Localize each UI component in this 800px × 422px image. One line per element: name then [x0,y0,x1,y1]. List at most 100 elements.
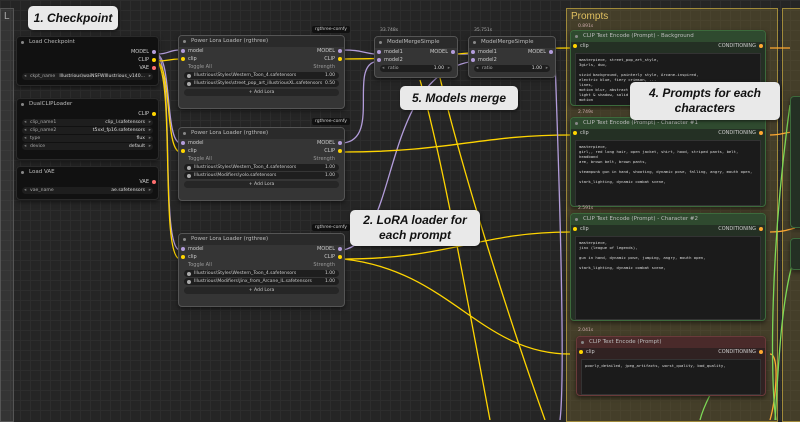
model-socket-icon[interactable] [377,58,381,62]
prompt-textarea[interactable]: masterpiece, girl,, red long hair, open … [575,140,761,206]
dual-clip-loader-node[interactable]: DualCLIPLoader CLIP clip_name1clip_l.saf… [16,98,159,160]
power-lora-loader-2-node[interactable]: Power Lora Loader (rgthree) model MODEL c… [178,127,345,201]
add-lora-button[interactable]: + Add Lora [184,181,339,188]
io-model[interactable]: model MODEL [179,245,344,253]
clip-name1-widget[interactable]: clip_name1clip_l.safetensors [22,119,153,126]
toggle-icon[interactable] [187,73,191,78]
model-socket-icon[interactable] [377,50,381,54]
output-clip[interactable]: CLIP [17,110,158,118]
power-lora-loader-3-node[interactable]: Power Lora Loader (rgthree) model MODEL c… [178,233,345,307]
device-widget[interactable]: devicedefault [22,143,153,150]
model-merge-simple-1-node[interactable]: ModelMergeSimple model1MODEL model2 rati… [374,36,458,78]
io-row[interactable]: clip CONDITIONING [571,225,765,233]
output-model[interactable]: MODEL [17,48,158,56]
lora-row[interactable]: Illustrious\Styles\street_pop_art_illust… [184,80,339,87]
lora-row[interactable]: Illustrious\Styles\Western_Toon_4.safete… [184,72,339,79]
model-socket-icon[interactable] [181,141,185,145]
node-title[interactable]: ModelMergeSimple [469,37,555,48]
node-title[interactable]: Load VAE [17,167,158,178]
conditioning-socket-icon[interactable] [759,227,763,231]
io-model2[interactable]: model2 [375,56,457,64]
lora-row[interactable]: Illustrious\Modifiers\Jinx_from_Arcane_I… [184,278,339,285]
vae-name-widget[interactable]: vae_nameae.safetensors [22,187,153,194]
io-model1[interactable]: model1 MODEL [375,48,457,56]
node-title[interactable]: ModelMergeSimple [375,37,457,48]
ratio-widget[interactable]: ratio1.00 [380,65,452,72]
vae-socket-icon[interactable] [152,66,156,70]
add-lora-button[interactable]: + Add Lora [184,287,339,294]
load-vae-node[interactable]: Load VAE VAE vae_nameae.safetensors [16,166,159,200]
model-socket-icon[interactable] [181,49,185,53]
io-row[interactable]: clip CONDITIONING [571,129,765,137]
clip-socket-icon[interactable] [573,227,577,231]
power-lora-loader-1-node[interactable]: Power Lora Loader (rgthree) model MODEL c… [178,35,345,109]
offscreen-node[interactable] [790,96,800,228]
ckpt-name-widget[interactable]: ckpt_nameIllustrious\waiNSFWIllustrious_… [22,73,153,80]
clip-socket-icon[interactable] [338,57,342,61]
toggle-all-row[interactable]: Toggle All Strength [179,155,344,163]
lora-row[interactable]: Illustrious\Styles\Western_Toon_4.safete… [184,270,339,277]
prompt-textarea[interactable]: poorly_detailed, jpeg_artifacts, worst_q… [581,359,761,395]
clip-socket-icon[interactable] [181,57,185,61]
clip-name2-widget[interactable]: clip_name2t5xxl_fp16.safetensors [22,127,153,134]
node-title[interactable]: Power Lora Loader (rgthree) [179,36,344,47]
clip-text-encode-character-2-node[interactable]: CLIP Text Encode (Prompt) - Character #2… [570,213,766,321]
clip-socket-icon[interactable] [338,255,342,259]
model-socket-icon[interactable] [338,49,342,53]
io-model[interactable]: model MODEL [179,139,344,147]
prompt-textarea[interactable]: masterpiece, jinx (league of legends), g… [575,236,761,320]
model-merge-simple-2-node[interactable]: ModelMergeSimple model1MODEL model2 rati… [468,36,556,78]
clip-socket-icon[interactable] [573,44,577,48]
output-vae[interactable]: VAE [17,178,158,186]
node-title[interactable]: Power Lora Loader (rgthree) [179,128,344,139]
clip-socket-icon[interactable] [573,131,577,135]
vae-socket-icon[interactable] [152,180,156,184]
conditioning-socket-icon[interactable] [759,44,763,48]
toggle-icon[interactable] [187,81,191,86]
clip-socket-icon[interactable] [152,58,156,62]
io-clip[interactable]: clip CLIP [179,147,344,155]
toggle-icon[interactable] [187,271,191,276]
lora-row[interactable]: Illustrious\Modifiers\yolo.safetensors 1.… [184,172,339,179]
io-model1[interactable]: model1 MODEL [469,48,555,56]
toggle-icon[interactable] [187,173,191,178]
output-vae[interactable]: VAE [17,64,158,72]
toggle-icon[interactable] [187,279,191,284]
io-clip[interactable]: clip CLIP [179,55,344,63]
model-socket-icon[interactable] [181,247,185,251]
clip-socket-icon[interactable] [181,149,185,153]
offscreen-node[interactable] [790,238,800,270]
clip-socket-icon[interactable] [579,350,583,354]
clip-socket-icon[interactable] [152,112,156,116]
model-socket-icon[interactable] [451,50,455,54]
add-lora-button[interactable]: + Add Lora [184,89,339,96]
node-title[interactable]: DualCLIPLoader [17,99,158,110]
toggle-all-row[interactable]: Toggle All Strength [179,63,344,71]
model-socket-icon[interactable] [549,50,553,54]
clip-text-encode-negative-node[interactable]: CLIP Text Encode (Prompt) clip CONDITIONI… [576,336,766,396]
model-socket-icon[interactable] [471,58,475,62]
clip-socket-icon[interactable] [181,255,185,259]
node-title[interactable]: CLIP Text Encode (Prompt) - Character #2 [571,214,765,225]
toggle-icon[interactable] [187,165,191,170]
io-row[interactable]: clip CONDITIONING [577,348,765,356]
clip-socket-icon[interactable] [338,149,342,153]
model-socket-icon[interactable] [471,50,475,54]
node-title[interactable]: CLIP Text Encode (Prompt) - Background [571,31,765,42]
load-checkpoint-node[interactable]: Load Checkpoint MODEL CLIP VAE ckpt_name… [16,36,159,86]
output-clip[interactable]: CLIP [17,56,158,64]
lora-row[interactable]: Illustrious\Styles\Western_Toon_4.safete… [184,164,339,171]
io-model2[interactable]: model2 [469,56,555,64]
io-model[interactable]: model MODEL [179,47,344,55]
model-socket-icon[interactable] [152,50,156,54]
io-clip[interactable]: clip CLIP [179,253,344,261]
model-socket-icon[interactable] [338,247,342,251]
conditioning-socket-icon[interactable] [759,131,763,135]
conditioning-socket-icon[interactable] [759,350,763,354]
clip-text-encode-character-1-node[interactable]: CLIP Text Encode (Prompt) - Character #1… [570,117,766,207]
node-title[interactable]: Load Checkpoint [17,37,158,48]
node-title[interactable]: CLIP Text Encode (Prompt) [577,337,765,348]
model-socket-icon[interactable] [338,141,342,145]
type-widget[interactable]: typeflux [22,135,153,142]
ratio-widget[interactable]: ratio1.00 [474,65,550,72]
